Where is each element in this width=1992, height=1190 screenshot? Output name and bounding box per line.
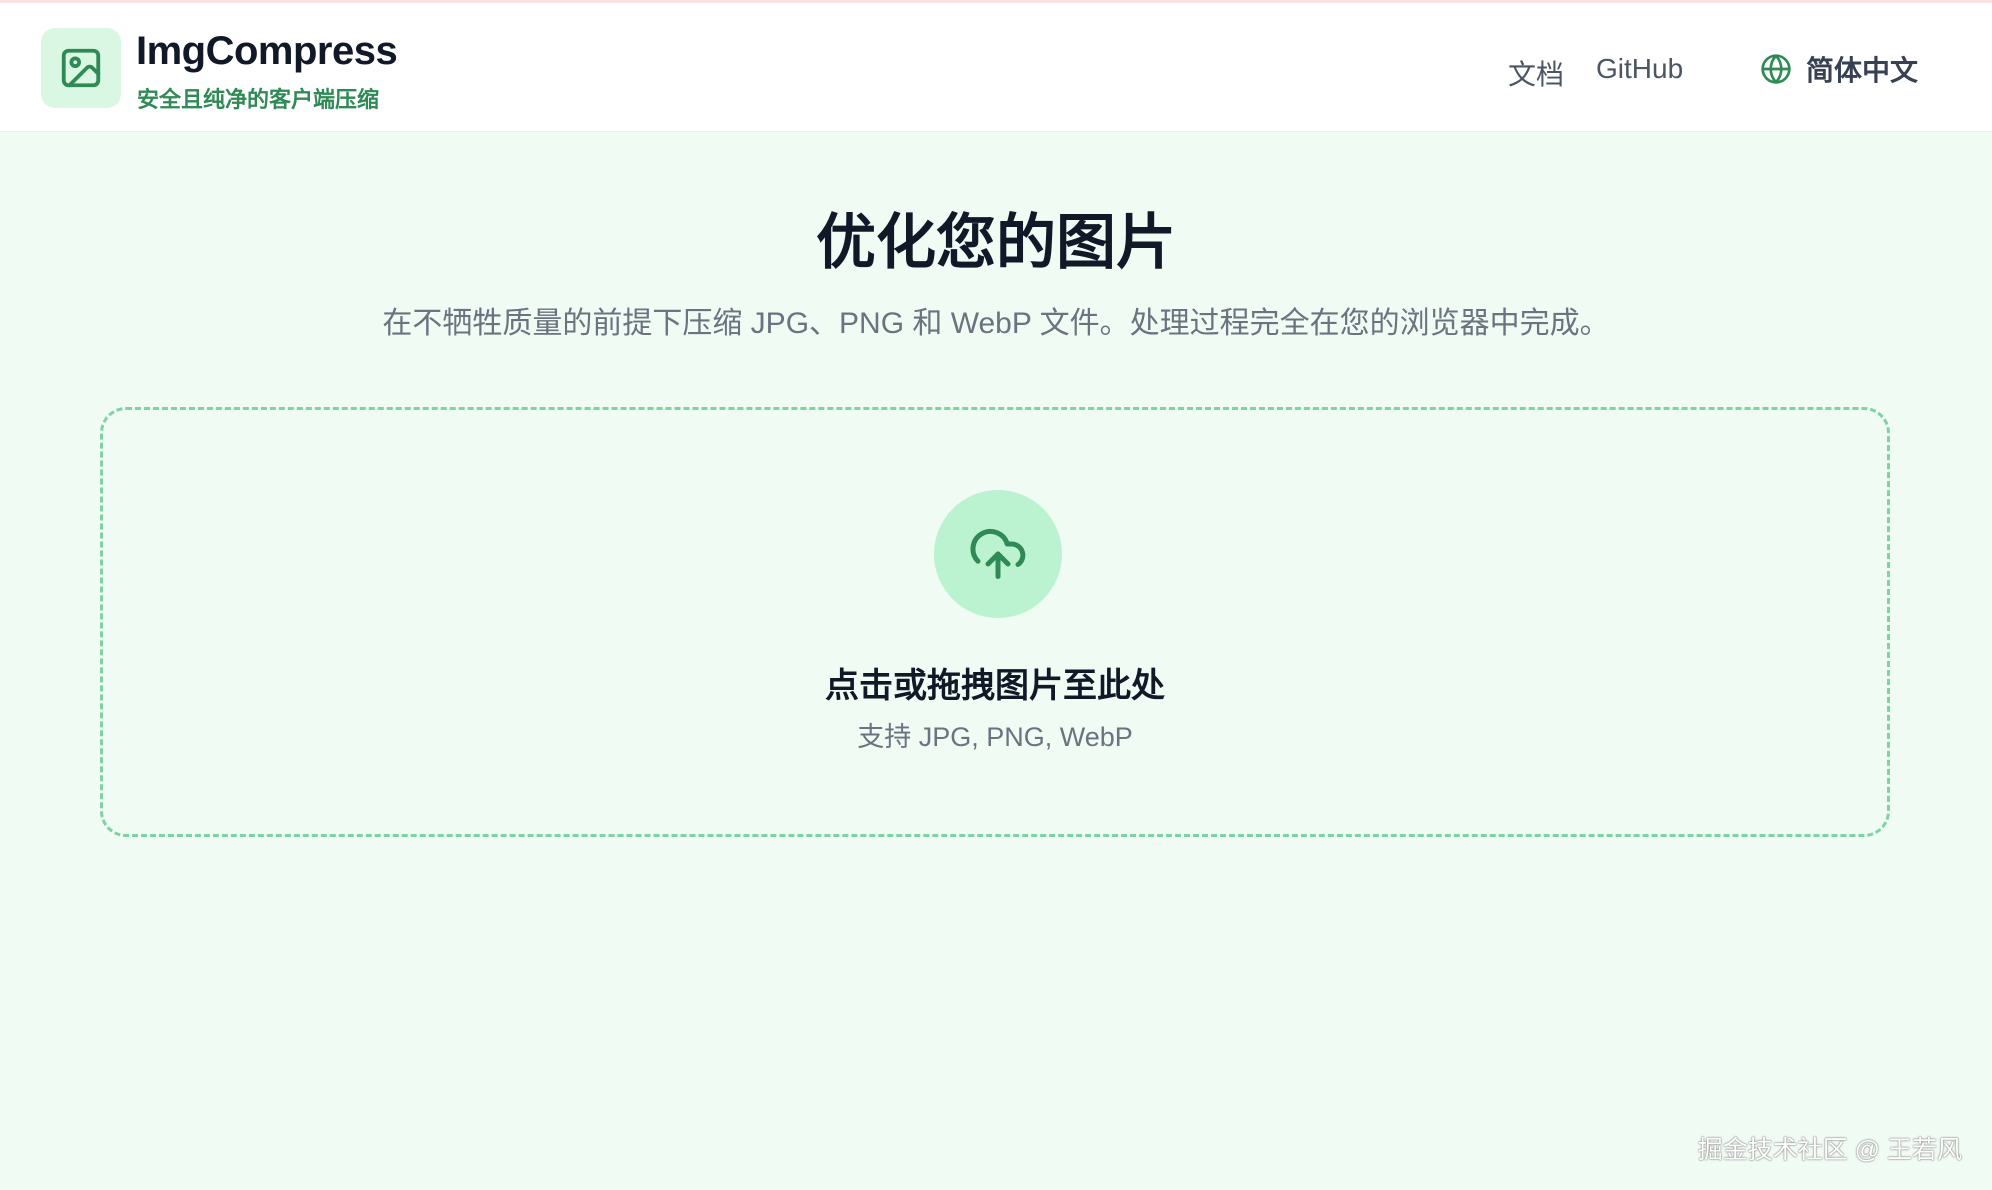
watermark: 掘金技术社区 @ 王若风 <box>1697 1136 1962 1164</box>
page-title: 优化您的图片 <box>816 209 1176 276</box>
cloud-upload-icon <box>970 529 1026 579</box>
page-subtitle: 在不牺牲质量的前提下压缩 JPG、PNG 和 WebP 文件。处理过程完全在您的… <box>382 307 1610 340</box>
logo[interactable] <box>41 28 121 108</box>
dropzone-title: 点击或拖拽图片至此处 <box>825 667 1165 705</box>
app-header: ImgCompress 安全且纯净的客户端压缩 文档 GitHub 简体中文 <box>0 3 1992 132</box>
nav-link-docs[interactable]: 文档 <box>1508 53 1564 93</box>
language-label: 简体中文 <box>1806 55 1919 86</box>
upload-icon-circle <box>934 490 1062 618</box>
upload-dropzone[interactable]: 点击或拖拽图片至此处 支持 JPG, PNG, WebP <box>100 407 1890 837</box>
globe-icon <box>1761 54 1791 84</box>
image-icon <box>61 48 101 88</box>
brand-subtitle: 安全且纯净的客户端压缩 <box>137 87 380 112</box>
language-selector[interactable]: 简体中文 <box>1760 47 1918 91</box>
dropzone-subtitle: 支持 JPG, PNG, WebP <box>857 722 1133 752</box>
brand-title: ImgCompress <box>136 29 398 73</box>
nav-link-github[interactable]: GitHub <box>1596 53 1683 85</box>
